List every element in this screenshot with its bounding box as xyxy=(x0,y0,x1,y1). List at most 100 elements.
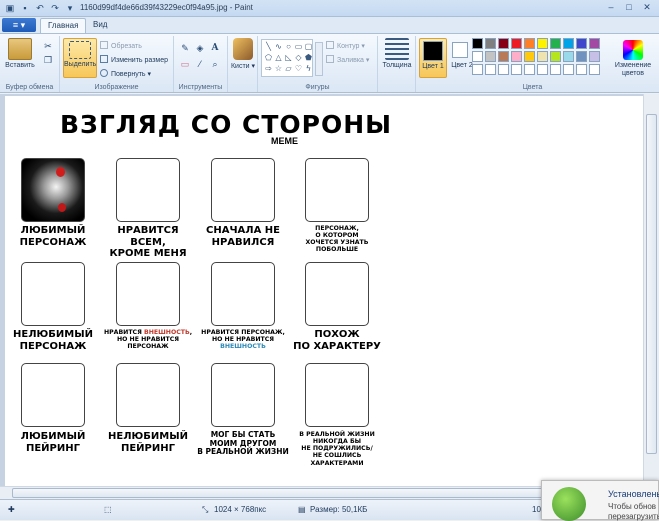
pentagon-shape-icon[interactable]: ⬟ xyxy=(304,53,313,62)
palette-color-swatch[interactable] xyxy=(589,51,600,62)
caption-text: ЛЮБИМЫЙ ПЕЙРИНГ xyxy=(20,431,86,454)
outline-button[interactable]: Контур ▾ xyxy=(326,41,365,50)
update-notification[interactable]: Установлены Чтобы обнов перезагрузить xyxy=(541,480,659,521)
close-button[interactable]: ✕ xyxy=(639,1,655,13)
palette-color-swatch[interactable] xyxy=(498,51,509,62)
notification-title: Установлены xyxy=(608,489,659,499)
color-picker-icon[interactable]: ⁄ xyxy=(194,58,206,70)
outline-icon xyxy=(326,41,334,49)
rounded-rect-shape-icon[interactable]: ▢ xyxy=(304,42,313,51)
polygon-shape-icon[interactable]: ⬠ xyxy=(264,53,273,62)
edit-colors-button[interactable]: Изменение цветов xyxy=(609,38,657,86)
shapes-scroll-icon[interactable] xyxy=(315,42,323,76)
palette-color-swatch[interactable] xyxy=(511,38,522,49)
caption-text: НЕЛЮБИМЫЙ ПЕРСОНАЖ xyxy=(13,329,93,352)
shapes-gallery[interactable]: ╲ ∿ ○ ▭ ▢ ⬠ △ ◺ ◇ ⬟ ⇨ ☆ ▱ ♡ ϟ xyxy=(261,39,313,77)
right-triangle-shape-icon[interactable]: ◺ xyxy=(284,53,293,62)
resize-button[interactable]: Изменить размер xyxy=(100,55,168,64)
star-shape-icon[interactable]: ☆ xyxy=(274,64,283,73)
curve-shape-icon[interactable]: ∿ xyxy=(274,42,283,51)
palette-color-swatch[interactable] xyxy=(524,38,535,49)
meme-cell-caption: НРАВИТСЯ ВНЕШНОСТЬ, НО НЕ НРАВИТСЯ ПЕРСО… xyxy=(100,329,196,350)
horizontal-scroll-thumb[interactable] xyxy=(12,488,630,498)
palette-color-swatch[interactable] xyxy=(589,38,600,49)
triangle-shape-icon[interactable]: △ xyxy=(274,53,283,62)
size-button[interactable]: Толщина xyxy=(381,38,413,69)
outline-label: Контур xyxy=(337,43,360,50)
magnifier-icon[interactable]: ⌕ xyxy=(209,58,221,70)
palette-color-swatch[interactable] xyxy=(537,51,548,62)
heart-shape-icon[interactable]: ♡ xyxy=(294,64,303,73)
palette-color-swatch[interactable] xyxy=(485,64,496,75)
caption-text: НРАВИТСЯ ПЕРСОНАЖ, НО НЕ НРАВИТСЯ xyxy=(201,329,285,344)
image-canvas[interactable]: ВЗГЛЯД СО СТОРОНЫ МЕМЕ ЛЮБИМЫЙ ПЕРСОНАЖ Н… xyxy=(5,96,643,486)
tab-view[interactable]: Вид xyxy=(86,18,114,33)
redo-icon[interactable]: ↷ xyxy=(49,2,61,14)
palette-color-swatch[interactable] xyxy=(550,51,561,62)
palette-color-swatch[interactable] xyxy=(524,64,535,75)
meme-cell-box xyxy=(21,363,85,427)
palette-color-swatch[interactable] xyxy=(550,64,561,75)
size-group: Толщина xyxy=(378,36,416,92)
eraser-icon[interactable]: ▭ xyxy=(179,58,191,70)
vertical-scrollbar[interactable] xyxy=(643,94,659,486)
maximize-button[interactable]: □ xyxy=(621,1,637,13)
copy-icon[interactable]: ❐ xyxy=(42,54,54,66)
palette-color-swatch[interactable] xyxy=(524,51,535,62)
palette-color-swatch[interactable] xyxy=(563,38,574,49)
palette-color-swatch[interactable] xyxy=(576,64,587,75)
crop-button[interactable]: Обрезать xyxy=(100,41,142,50)
line-shape-icon[interactable]: ╲ xyxy=(264,42,273,51)
save-icon[interactable]: ▪ xyxy=(19,2,31,14)
undo-icon[interactable]: ↶ xyxy=(34,2,46,14)
pencil-icon[interactable]: ✎ xyxy=(179,42,191,54)
palette-color-swatch[interactable] xyxy=(576,38,587,49)
palette-color-swatch[interactable] xyxy=(498,38,509,49)
fill-label: Заливка xyxy=(337,57,364,64)
meme-cell-caption: В РЕАЛЬНОЙ ЖИЗНИ НИКОГДА БЫ НЕ ПОДРУЖИЛИ… xyxy=(289,431,385,467)
paint-app-icon[interactable]: ▣ xyxy=(4,2,16,14)
file-menu-button[interactable]: ≡ ▾ xyxy=(2,18,36,32)
vertical-scroll-thumb[interactable] xyxy=(646,114,657,454)
tab-home[interactable]: Главная xyxy=(40,18,87,33)
cut-icon[interactable]: ✂ xyxy=(42,40,54,52)
fill-button[interactable]: Заливка ▾ xyxy=(326,55,369,64)
fill-icon[interactable]: ◈ xyxy=(194,42,206,54)
palette-color-swatch[interactable] xyxy=(472,64,483,75)
lightning-shape-icon[interactable]: ϟ xyxy=(304,64,313,73)
callout-shape-icon[interactable]: ▱ xyxy=(284,64,293,73)
size-label: Толщина xyxy=(382,62,412,69)
brushes-button[interactable]: Кисти ▾ xyxy=(230,38,256,70)
quick-access-toolbar: ▣ ▪ ↶ ↷ ▾ xyxy=(4,2,76,14)
arrow-shape-icon[interactable]: ⇨ xyxy=(264,64,273,73)
meme-cell-box xyxy=(116,158,180,222)
oval-shape-icon[interactable]: ○ xyxy=(284,42,293,51)
palette-color-swatch[interactable] xyxy=(498,64,509,75)
meme-cell-caption: ПОХОЖ ПО ХАРАКТЕРУ xyxy=(289,329,385,352)
text-icon[interactable]: A xyxy=(209,42,221,54)
palette-color-swatch[interactable] xyxy=(472,38,483,49)
palette-color-swatch[interactable] xyxy=(511,64,522,75)
palette-color-swatch[interactable] xyxy=(485,38,496,49)
rotate-button[interactable]: Повернуть ▾ xyxy=(100,69,151,78)
paste-button[interactable]: Вставить xyxy=(4,38,36,69)
minimize-button[interactable]: – xyxy=(603,1,619,13)
palette-color-swatch[interactable] xyxy=(576,51,587,62)
diamond-shape-icon[interactable]: ◇ xyxy=(294,53,303,62)
palette-color-swatch[interactable] xyxy=(589,64,600,75)
palette-color-swatch[interactable] xyxy=(550,38,561,49)
color1-button[interactable]: Цвет 1 xyxy=(419,38,447,78)
paste-icon xyxy=(8,38,32,60)
palette-color-swatch[interactable] xyxy=(511,51,522,62)
palette-color-swatch[interactable] xyxy=(472,51,483,62)
meme-cell-box xyxy=(116,363,180,427)
resize-label: Изменить размер xyxy=(111,57,169,64)
palette-color-swatch[interactable] xyxy=(537,64,548,75)
dropdown-icon[interactable]: ▾ xyxy=(64,2,76,14)
palette-color-swatch[interactable] xyxy=(563,51,574,62)
select-button[interactable]: Выделить xyxy=(63,38,97,78)
rectangle-shape-icon[interactable]: ▭ xyxy=(294,42,303,51)
palette-color-swatch[interactable] xyxy=(563,64,574,75)
palette-color-swatch[interactable] xyxy=(537,38,548,49)
palette-color-swatch[interactable] xyxy=(485,51,496,62)
